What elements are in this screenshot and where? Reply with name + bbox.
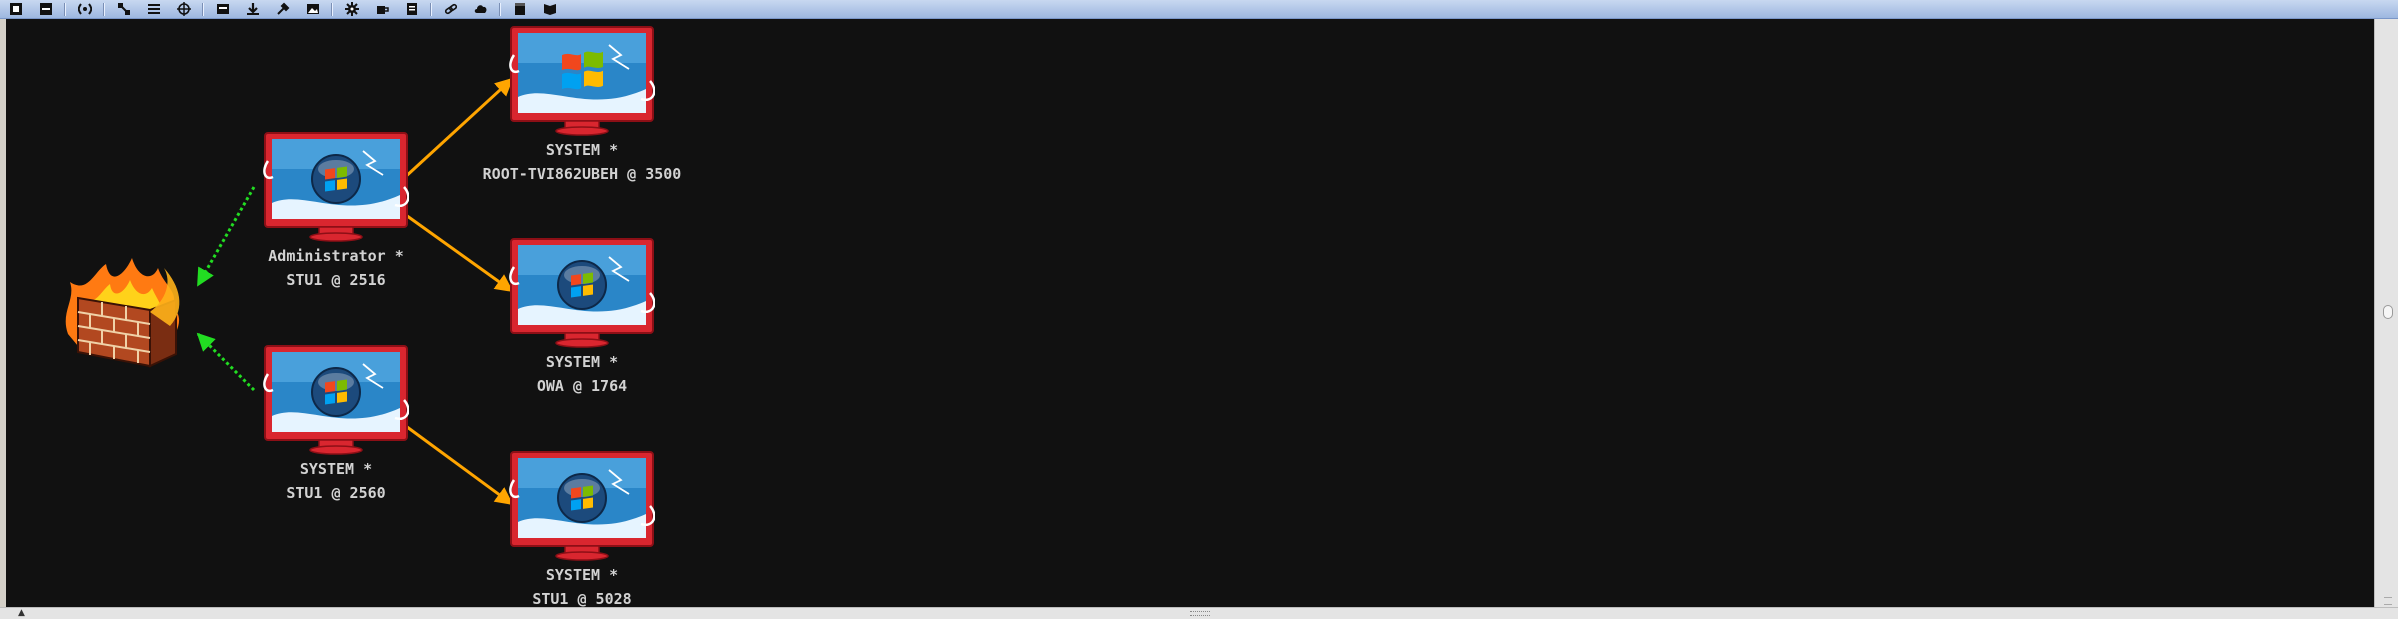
keystrokes-button[interactable] xyxy=(275,2,291,16)
link-button[interactable] xyxy=(443,2,459,16)
toolbar xyxy=(0,0,2398,19)
generate-payload-icon xyxy=(345,2,359,16)
graph-edges xyxy=(196,77,514,506)
script-button[interactable] xyxy=(404,2,420,16)
generate-payload-button[interactable] xyxy=(344,2,360,16)
coffee-button[interactable] xyxy=(374,2,390,16)
session-node[interactable]: SYSTEM * OWA @ 1764 xyxy=(492,237,672,398)
session-user: Administrator * xyxy=(268,247,404,265)
windows-7-orb-icon xyxy=(311,367,361,417)
new-connection-icon xyxy=(10,3,22,15)
target-icon xyxy=(177,2,191,16)
session-label: Administrator * STU1 @ 2516 xyxy=(268,244,403,292)
toolbar-separator xyxy=(64,2,65,16)
divider-grip-icon[interactable] xyxy=(1190,611,1210,616)
graph-view-button[interactable] xyxy=(116,2,132,16)
downloads-icon xyxy=(247,3,259,15)
notes-button[interactable] xyxy=(512,2,528,16)
link-icon xyxy=(444,3,458,15)
script-icon xyxy=(407,3,417,15)
session-node[interactable]: SYSTEM * STU1 @ 5028 xyxy=(492,450,672,611)
listeners-icon xyxy=(78,3,92,15)
session-label: SYSTEM * ROOT-TVI862UBEH @ 3500 xyxy=(483,138,682,186)
session-node[interactable]: SYSTEM * STU1 @ 2560 xyxy=(246,344,426,505)
session-graph[interactable]: SYSTEM * ROOT-TVI862UBEH @ 3500 Administra… xyxy=(6,19,2374,608)
toolbar-separator xyxy=(202,2,203,16)
windows-7-orb-icon xyxy=(557,473,607,523)
split-pane-divider[interactable]: ▲ xyxy=(0,607,2398,619)
session-user: SYSTEM * xyxy=(545,566,619,584)
coffee-icon xyxy=(377,6,389,14)
toolbar-separator xyxy=(103,2,104,16)
session-node[interactable]: SYSTEM * ROOT-TVI862UBEH @ 3500 xyxy=(483,25,681,186)
session-label: SYSTEM * STU1 @ 5028 xyxy=(532,563,631,611)
downloads-button[interactable] xyxy=(245,2,261,16)
session-node[interactable]: Administrator * STU1 @ 2516 xyxy=(246,131,426,292)
windows-7-orb-icon xyxy=(557,260,607,310)
session-user: SYSTEM * xyxy=(545,353,619,371)
computer-icon xyxy=(509,26,655,136)
cloud-button[interactable] xyxy=(473,2,489,16)
vertical-scrollbar[interactable] xyxy=(2374,19,2398,607)
session-user: SYSTEM * xyxy=(545,141,619,159)
credentials-button[interactable] xyxy=(215,2,231,16)
disconnect-icon xyxy=(40,3,52,15)
session-user: SYSTEM * xyxy=(299,460,373,478)
keystrokes-icon xyxy=(277,2,290,15)
computer-icon xyxy=(263,345,409,455)
screenshots-button[interactable] xyxy=(305,2,321,16)
computer-icon xyxy=(263,132,409,242)
firewall-node[interactable] xyxy=(54,242,194,382)
session-host: STU1 @ 2516 xyxy=(286,271,386,289)
table-view-icon xyxy=(148,4,160,14)
computer-icon xyxy=(509,238,655,348)
disconnect-button[interactable] xyxy=(38,2,54,16)
target-button[interactable] xyxy=(176,2,192,16)
session-host: STU1 @ 2560 xyxy=(286,484,386,502)
graph-view-icon xyxy=(118,3,130,15)
notes-icon xyxy=(515,3,525,15)
book-icon xyxy=(544,4,556,15)
computer-icon xyxy=(509,451,655,561)
new-connection-button[interactable] xyxy=(8,2,24,16)
vertical-scroll-thumb[interactable] xyxy=(2383,305,2393,319)
session-label: SYSTEM * OWA @ 1764 xyxy=(537,350,627,398)
book-button[interactable] xyxy=(542,2,558,16)
toolbar-separator xyxy=(499,2,500,16)
session-label: SYSTEM * STU1 @ 2560 xyxy=(286,457,385,505)
resize-grip-icon[interactable] xyxy=(2384,597,2392,605)
toolbar-separator xyxy=(430,2,431,16)
expand-arrow-icon[interactable]: ▲ xyxy=(18,609,25,618)
credentials-icon xyxy=(217,4,229,14)
screenshots-icon xyxy=(307,4,319,14)
toolbar-separator xyxy=(331,2,332,16)
cloud-icon xyxy=(474,5,487,13)
firewall-icon xyxy=(65,258,180,368)
session-host: OWA @ 1764 xyxy=(536,377,628,395)
session-host: ROOT-TVI862UBEH @ 3500 xyxy=(482,165,682,183)
table-view-button[interactable] xyxy=(146,2,162,16)
windows-7-orb-icon xyxy=(311,154,361,204)
listeners-button[interactable] xyxy=(77,2,93,16)
